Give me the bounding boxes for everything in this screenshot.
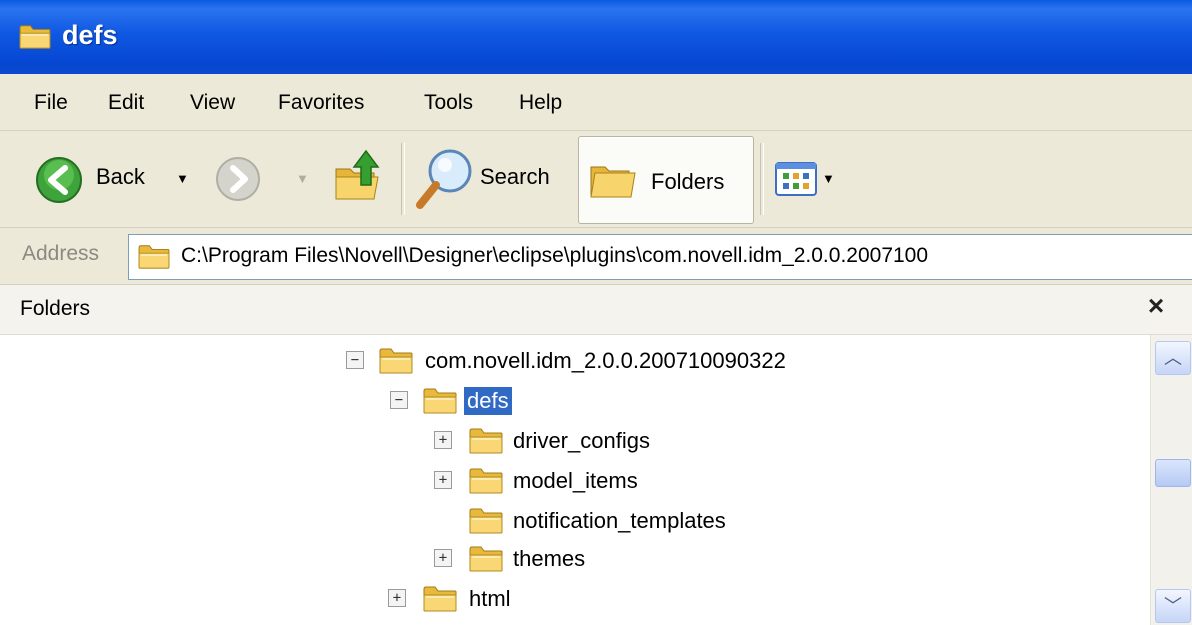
views-dropdown-arrow[interactable]: ▼ bbox=[822, 171, 835, 186]
folder-icon bbox=[468, 505, 504, 535]
scroll-down-button[interactable]: ﹀ bbox=[1155, 589, 1191, 623]
address-label: Address bbox=[22, 242, 100, 265]
back-arrow-icon bbox=[36, 157, 82, 203]
back-dropdown-arrow[interactable]: ▼ bbox=[176, 171, 189, 186]
folder-icon bbox=[18, 22, 52, 50]
search-label: Search bbox=[480, 164, 550, 189]
folder-icon bbox=[468, 543, 504, 573]
folder-icon bbox=[468, 465, 504, 495]
address-bar: Address C:\Program Files\Novell\Designer… bbox=[0, 228, 1192, 285]
toolbar: Back ▼ ▼ Search Folders ▼ bbox=[0, 131, 1192, 228]
tree-node-label: notification_templates bbox=[513, 508, 726, 533]
views-icon bbox=[775, 162, 817, 196]
collapse-icon[interactable]: − bbox=[390, 391, 408, 409]
folder-tree: − com.novell.idm_2.0.0.200710090322 − de… bbox=[0, 335, 1150, 625]
views-button[interactable]: ▼ bbox=[774, 159, 835, 199]
folders-label: Folders bbox=[651, 169, 725, 194]
menu-tools[interactable]: Tools bbox=[424, 91, 473, 115]
folder-icon bbox=[468, 425, 504, 455]
expand-icon[interactable]: + bbox=[434, 549, 452, 567]
menu-favorites[interactable]: Favorites bbox=[278, 91, 364, 115]
tree-node-label: com.novell.idm_2.0.0.200710090322 bbox=[425, 348, 786, 373]
toolbar-separator bbox=[401, 143, 405, 215]
tree-node-label-selected: defs bbox=[464, 387, 512, 415]
menu-file[interactable]: File bbox=[34, 91, 68, 115]
folder-icon bbox=[422, 583, 458, 613]
search-button[interactable]: Search bbox=[412, 143, 572, 213]
back-label: Back bbox=[96, 164, 145, 189]
expand-icon[interactable]: + bbox=[434, 471, 452, 489]
vertical-scrollbar[interactable]: ︿ ﹀ bbox=[1150, 335, 1192, 625]
forward-dropdown-arrow[interactable]: ▼ bbox=[296, 171, 309, 186]
folder-icon bbox=[378, 345, 414, 375]
search-icon bbox=[416, 149, 472, 209]
expand-icon[interactable]: + bbox=[434, 431, 452, 449]
expand-icon[interactable]: + bbox=[388, 589, 406, 607]
chevron-up-icon: ︿ bbox=[1164, 348, 1182, 368]
folders-pane-header: Folders × bbox=[0, 285, 1192, 335]
chevron-down-icon: ﹀ bbox=[1164, 596, 1182, 616]
scroll-up-button[interactable]: ︿ bbox=[1155, 341, 1191, 375]
menu-bar: File Edit View Favorites Tools Help bbox=[0, 74, 1192, 131]
back-button[interactable]: Back bbox=[30, 151, 200, 207]
address-input[interactable]: C:\Program Files\Novell\Designer\eclipse… bbox=[128, 234, 1192, 280]
folders-pane-title: Folders bbox=[20, 297, 91, 320]
folders-button[interactable]: Folders bbox=[578, 136, 754, 224]
title-bar[interactable]: defs bbox=[0, 0, 1192, 74]
menu-edit[interactable]: Edit bbox=[108, 91, 144, 115]
close-icon[interactable]: × bbox=[1141, 289, 1171, 323]
tree-node-label: model_items bbox=[513, 468, 638, 493]
address-path: C:\Program Files\Novell\Designer\eclipse… bbox=[181, 244, 929, 267]
collapse-icon[interactable]: − bbox=[346, 351, 364, 369]
toolbar-separator bbox=[760, 143, 764, 215]
up-folder-button[interactable] bbox=[330, 145, 390, 209]
forward-button[interactable] bbox=[214, 155, 274, 207]
explorer-window: defs File Edit View Favorites Tools Help… bbox=[0, 0, 1192, 625]
forward-arrow-icon bbox=[216, 157, 260, 201]
menu-help[interactable]: Help bbox=[519, 91, 562, 115]
folder-icon bbox=[422, 385, 458, 415]
tree-node-label: themes bbox=[513, 546, 586, 571]
tree-node-label: html bbox=[469, 586, 511, 611]
folder-icon bbox=[137, 242, 171, 270]
menu-view[interactable]: View bbox=[190, 91, 235, 115]
scrollbar-thumb[interactable] bbox=[1155, 459, 1191, 487]
tree-node-label: driver_configs bbox=[513, 428, 650, 453]
window-title: defs bbox=[62, 20, 118, 50]
up-folder-icon bbox=[335, 149, 380, 200]
folders-icon bbox=[590, 166, 636, 198]
